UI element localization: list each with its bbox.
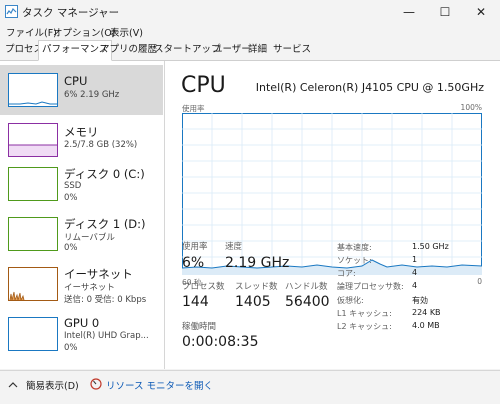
task-manager-icon: [5, 5, 18, 18]
resource-sidebar: CPU 6% 2.19 GHz メモリ 2.5/7.8 GB (32%) ディス…: [0, 61, 165, 369]
sidebar-value: 0%: [64, 243, 78, 253]
cores-key: コア:: [337, 269, 356, 278]
sidebar-subtitle: 2.5/7.8 GB (32%): [64, 140, 138, 150]
minimize-button[interactable]: —: [392, 2, 426, 22]
gpu-0-thumbnail: [8, 317, 58, 351]
cpu-detail-panel: CPU Intel(R) Celeron(R) J4105 CPU @ 1.50…: [165, 61, 500, 369]
logical-processors-key: 論理プロセッサ数:: [337, 282, 404, 291]
cpu-thumbnail: [8, 73, 58, 107]
virtualization-key: 仮想化:: [337, 296, 364, 305]
disk-1-thumbnail: [8, 217, 58, 251]
sidebar-subtitle: 6% 2.19 GHz: [64, 90, 120, 100]
l2-cache-key: L2 キャッシュ:: [337, 322, 392, 331]
resource-monitor-icon[interactable]: [90, 378, 102, 390]
l1-cache-key: L1 キャッシュ:: [337, 309, 392, 318]
disk-0-thumbnail: [8, 167, 58, 201]
ethernet-thumbnail: [8, 267, 58, 301]
maximize-button[interactable]: ☐: [428, 2, 462, 22]
footer-bar: 簡易表示(D) リソース モニターを開く: [0, 370, 500, 404]
handles-value: 56400: [285, 294, 330, 310]
tab-services[interactable]: サービス: [270, 41, 314, 59]
sidebar-item-memory[interactable]: メモリ 2.5/7.8 GB (32%): [0, 115, 163, 165]
virtualization-value: 有効: [412, 296, 428, 305]
speed-value: 2.19 GHz: [225, 255, 290, 271]
sidebar-subtitle: イーサネット: [64, 283, 115, 293]
speed-label: 速度: [225, 242, 243, 252]
memory-thumbnail: [8, 123, 58, 157]
sidebar-title: メモリ: [64, 125, 99, 139]
l2-cache-value: 4.0 MB: [412, 321, 440, 330]
sidebar-title: イーサネット: [64, 267, 133, 281]
handles-label: ハンドル数: [285, 282, 328, 292]
sidebar-value: 0%: [64, 343, 78, 353]
base-speed-key: 基本速度:: [337, 243, 372, 252]
page-title: CPU: [181, 73, 226, 98]
usage-value: 6%: [182, 255, 205, 271]
uptime-value: 0:00:08:35: [182, 334, 259, 350]
sidebar-item-gpu-0[interactable]: GPU 0 Intel(R) UHD Grap... 0%: [0, 315, 163, 365]
processor-name: Intel(R) Celeron(R) J4105 CPU @ 1.50GHz: [255, 81, 484, 94]
sidebar-value: 0%: [64, 193, 78, 203]
usage-label: 使用率: [182, 242, 208, 252]
fewer-details-button[interactable]: 簡易表示(D): [26, 378, 79, 392]
graph-min-label: 0: [477, 277, 482, 286]
logical-processors-value: 4: [412, 281, 418, 290]
sockets-value: 1: [412, 255, 418, 264]
menu-file[interactable]: ファイル(F): [6, 25, 57, 39]
graph-max-label: 100%: [460, 103, 482, 112]
sidebar-subtitle: SSD: [64, 181, 82, 191]
open-resource-monitor-link[interactable]: リソース モニターを開く: [106, 378, 213, 392]
sockets-key: ソケット:: [337, 256, 372, 265]
processes-value: 144: [182, 294, 209, 310]
menu-options[interactable]: オプション(O): [53, 25, 115, 39]
sidebar-title: GPU 0: [64, 316, 100, 330]
l1-cache-value: 224 KB: [412, 308, 441, 317]
processes-label: プロセス数: [182, 282, 225, 292]
tab-details[interactable]: 詳細: [245, 41, 270, 59]
close-button[interactable]: ✕: [464, 2, 498, 22]
sidebar-item-cpu[interactable]: CPU 6% 2.19 GHz: [0, 65, 163, 115]
sidebar-subtitle: Intel(R) UHD Grap...: [64, 331, 149, 341]
title-bar: タスク マネージャー — ☐ ✕: [0, 0, 500, 24]
threads-value: 1405: [235, 294, 271, 310]
sidebar-title: ディスク 0 (C:): [64, 167, 145, 181]
sidebar-item-ethernet[interactable]: イーサネット イーサネット 送信: 0 受信: 0 Kbps: [0, 265, 163, 315]
sidebar-item-disk-1[interactable]: ディスク 1 (D:) リムーバブル 0%: [0, 215, 163, 265]
sidebar-title: ディスク 1 (D:): [64, 217, 146, 231]
base-speed-value: 1.50 GHz: [412, 242, 449, 251]
threads-label: スレッド数: [235, 282, 278, 292]
sidebar-value: 送信: 0 受信: 0 Kbps: [64, 295, 147, 305]
sidebar-title: CPU: [64, 74, 88, 88]
window-title: タスク マネージャー: [22, 7, 120, 19]
cores-value: 4: [412, 268, 418, 277]
sidebar-subtitle: リムーバブル: [64, 233, 115, 243]
tab-bar: プロセス パフォーマンス アプリの履歴 スタートアップ ユーザー 詳細 サービス: [0, 40, 500, 61]
chevron-up-icon[interactable]: [8, 381, 18, 389]
uptime-label: 稼働時間: [182, 322, 217, 332]
sidebar-item-disk-0[interactable]: ディスク 0 (C:) SSD 0%: [0, 165, 163, 215]
menu-bar: ファイル(F) オプション(O) 表示(V): [0, 24, 500, 40]
menu-view[interactable]: 表示(V): [110, 25, 143, 39]
